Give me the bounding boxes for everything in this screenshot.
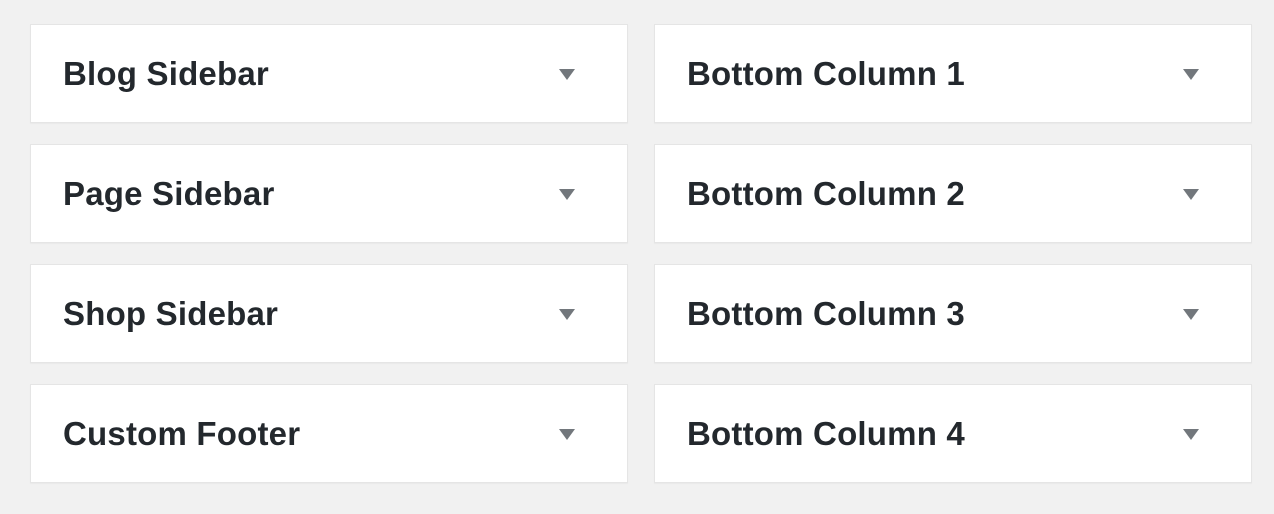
widget-area-page-sidebar[interactable]: Page Sidebar — [30, 144, 628, 243]
widget-area-title: Bottom Column 3 — [687, 294, 965, 332]
triangle-down-icon[interactable] — [559, 308, 575, 320]
widget-areas-right-column: Bottom Column 1 Bottom Column 2 Bottom C… — [654, 24, 1252, 504]
triangle-down-icon[interactable] — [1183, 428, 1199, 440]
triangle-down-icon[interactable] — [559, 68, 575, 80]
triangle-down-icon[interactable] — [1183, 68, 1199, 80]
widget-area-blog-sidebar[interactable]: Blog Sidebar — [30, 24, 628, 123]
widget-area-title: Blog Sidebar — [63, 54, 269, 92]
triangle-down-icon[interactable] — [1183, 188, 1199, 200]
widget-area-custom-footer[interactable]: Custom Footer — [30, 384, 628, 483]
widget-areas-left-column: Blog Sidebar Page Sidebar Shop Sidebar C… — [30, 24, 628, 504]
widget-area-title: Bottom Column 2 — [687, 174, 965, 212]
widget-area-bottom-column-1[interactable]: Bottom Column 1 — [654, 24, 1252, 123]
widget-area-bottom-column-2[interactable]: Bottom Column 2 — [654, 144, 1252, 243]
widget-area-title: Bottom Column 1 — [687, 54, 965, 92]
triangle-down-icon[interactable] — [1183, 308, 1199, 320]
widget-area-title: Page Sidebar — [63, 174, 275, 212]
widget-area-title: Bottom Column 4 — [687, 414, 965, 452]
triangle-down-icon[interactable] — [559, 188, 575, 200]
widget-area-shop-sidebar[interactable]: Shop Sidebar — [30, 264, 628, 363]
widget-area-bottom-column-3[interactable]: Bottom Column 3 — [654, 264, 1252, 363]
triangle-down-icon[interactable] — [559, 428, 575, 440]
widget-area-title: Custom Footer — [63, 414, 301, 452]
widget-area-title: Shop Sidebar — [63, 294, 279, 332]
widget-area-bottom-column-4[interactable]: Bottom Column 4 — [654, 384, 1252, 483]
